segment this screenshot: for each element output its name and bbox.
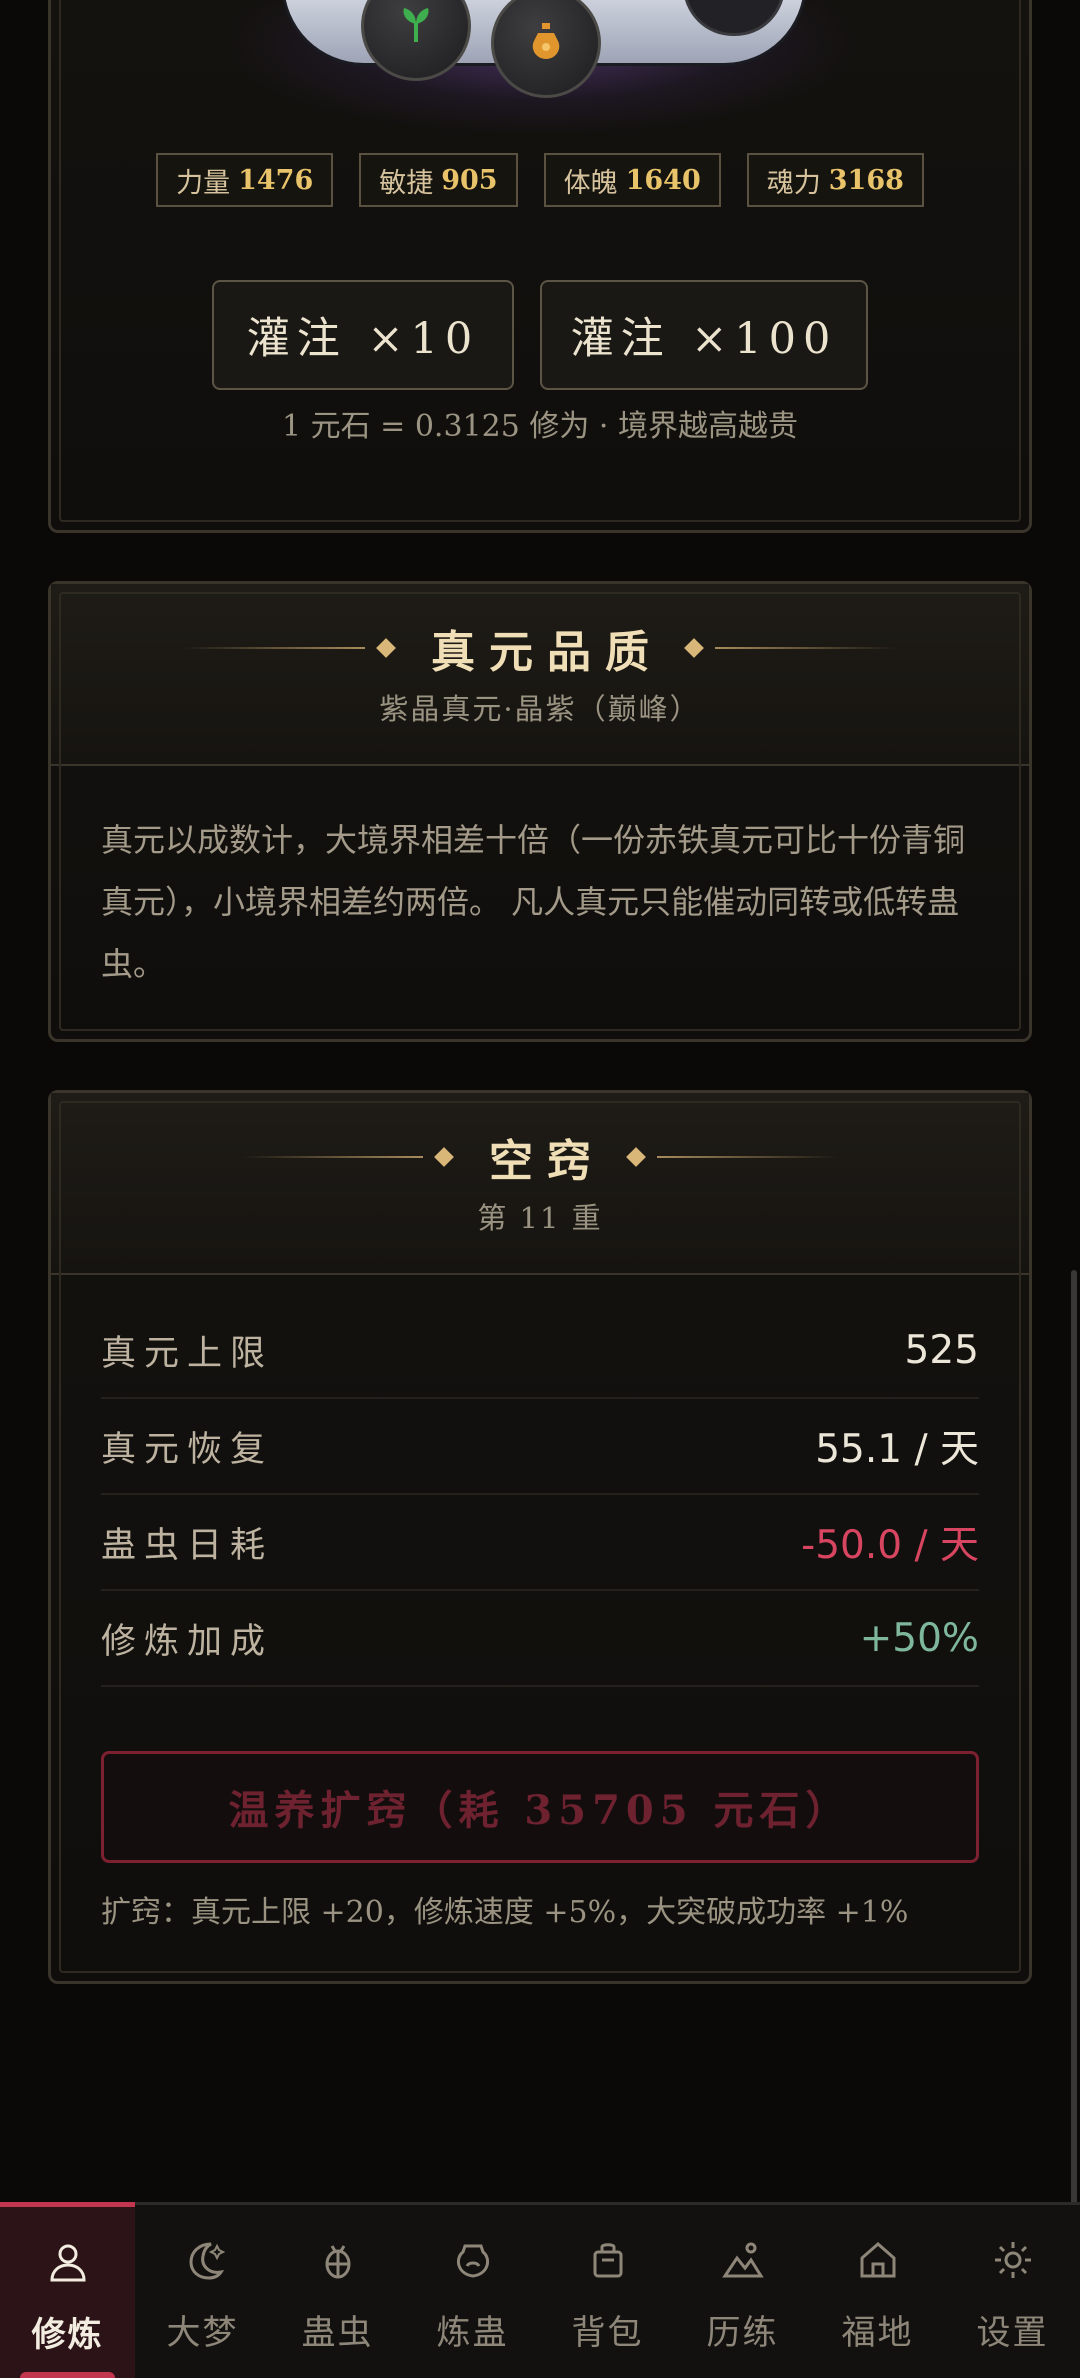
stat-agility: 敏捷 905 <box>359 153 518 207</box>
quality-title: 真元品质 <box>431 627 663 678</box>
cauldron-icon <box>448 2235 498 2285</box>
row-label: 蛊虫日耗 <box>101 1525 274 1566</box>
row-value: +50% <box>859 1615 979 1661</box>
diamond-ornament-icon <box>434 1147 454 1167</box>
bug-icon <box>313 2235 363 2285</box>
warm-expand-aperture-button[interactable]: 温养扩窍（耗 35705 元石） <box>101 1751 979 1863</box>
divider-line <box>715 647 895 649</box>
nav-trials[interactable]: 历练 <box>675 2205 810 2378</box>
mountain-icon <box>718 2235 768 2285</box>
bag-icon <box>583 2235 633 2285</box>
aperture-title: 空窍 <box>489 1136 605 1187</box>
expand-note: 扩窍：真元上限 +20，修炼速度 +5%，大突破成功率 +1% <box>101 1895 909 1930</box>
inject-10-button[interactable]: 灌注 ×10 <box>212 280 514 390</box>
nav-backpack[interactable]: 背包 <box>540 2205 675 2378</box>
diamond-ornament-icon <box>684 638 704 658</box>
gourd-icon <box>524 19 568 67</box>
person-icon <box>43 2237 93 2287</box>
row-label: 修炼加成 <box>101 1621 274 1662</box>
nav-refine-gu[interactable]: 炼蛊 <box>405 2205 540 2378</box>
row-label: 真元上限 <box>101 1333 274 1374</box>
stat-row-cultivation-bonus: 修炼加成 +50% <box>101 1591 979 1687</box>
row-value: 525 <box>904 1327 979 1373</box>
character-panel: 力量 1476 敏捷 905 体魄 1640 魂力 3168 灌注 ×10 灌注 ×10… <box>48 0 1032 533</box>
nav-gu-worms[interactable]: 蛊虫 <box>270 2205 405 2378</box>
attribute-stats: 力量 1476 敏捷 905 体魄 1640 魂力 3168 <box>51 153 1029 207</box>
quality-description: 真元以成数计，大境界相差十倍（一份赤铁真元可比十份青铜真元），小境界相差约两倍。… <box>101 821 966 983</box>
divider-line <box>657 1156 837 1158</box>
aperture-stats-list: 真元上限 525 真元恢复 55.1 / 天 蛊虫日耗 -50.0 / 天 修炼… <box>101 1303 979 1687</box>
aperture-subtitle: 第 11 重 <box>477 1201 603 1235</box>
quality-subtitle: 紫晶真元·晶紫（巅峰） <box>379 692 701 726</box>
gear-icon <box>988 2235 1038 2285</box>
stat-soul: 魂力 3168 <box>746 153 924 207</box>
diamond-ornament-icon <box>626 1147 646 1167</box>
home-icon <box>853 2235 903 2285</box>
nav-cultivate[interactable]: 修炼 <box>0 2202 135 2378</box>
divider-line <box>185 647 365 649</box>
nav-great-dream[interactable]: 大梦 <box>135 2205 270 2378</box>
moon-icon <box>178 2235 228 2285</box>
inject-rate-note: 1 元石 = 0.3125 修为 · 境界越高越贵 <box>282 409 798 444</box>
stat-row-essence-recovery: 真元恢复 55.1 / 天 <box>101 1399 979 1495</box>
row-value: -50.0 / 天 <box>801 1523 979 1568</box>
aperture-header: 空窍 第 11 重 <box>51 1093 1029 1275</box>
stat-strength: 力量 1476 <box>156 153 334 207</box>
stat-row-gu-daily-cost: 蛊虫日耗 -50.0 / 天 <box>101 1495 979 1591</box>
scrollbar[interactable] <box>1071 1270 1077 2280</box>
aperture-panel: 空窍 第 11 重 真元上限 525 真元恢复 55.1 / 天 蛊虫日耗 -5… <box>48 1090 1032 1984</box>
row-value: 55.1 / 天 <box>815 1427 979 1472</box>
stat-physique: 体魄 1640 <box>543 153 721 207</box>
sprout-icon <box>394 2 438 50</box>
stat-row-essence-cap: 真元上限 525 <box>101 1303 979 1399</box>
diamond-ornament-icon <box>376 638 396 658</box>
row-label: 真元恢复 <box>101 1429 274 1470</box>
inject-100-button[interactable]: 灌注 ×100 <box>540 280 868 390</box>
nav-settings[interactable]: 设置 <box>945 2205 1080 2378</box>
bottom-navigation: 修炼 大梦 蛊虫 炼蛊 背包 历练 福地 设置 <box>0 2202 1080 2378</box>
divider-line <box>243 1156 423 1158</box>
nav-blessed-land[interactable]: 福地 <box>810 2205 945 2378</box>
essence-quality-panel: 真元品质 紫晶真元·晶紫（巅峰） 真元以成数计，大境界相差十倍（一份赤铁真元可比… <box>48 581 1032 1042</box>
quality-header: 真元品质 紫晶真元·晶紫（巅峰） <box>51 584 1029 766</box>
